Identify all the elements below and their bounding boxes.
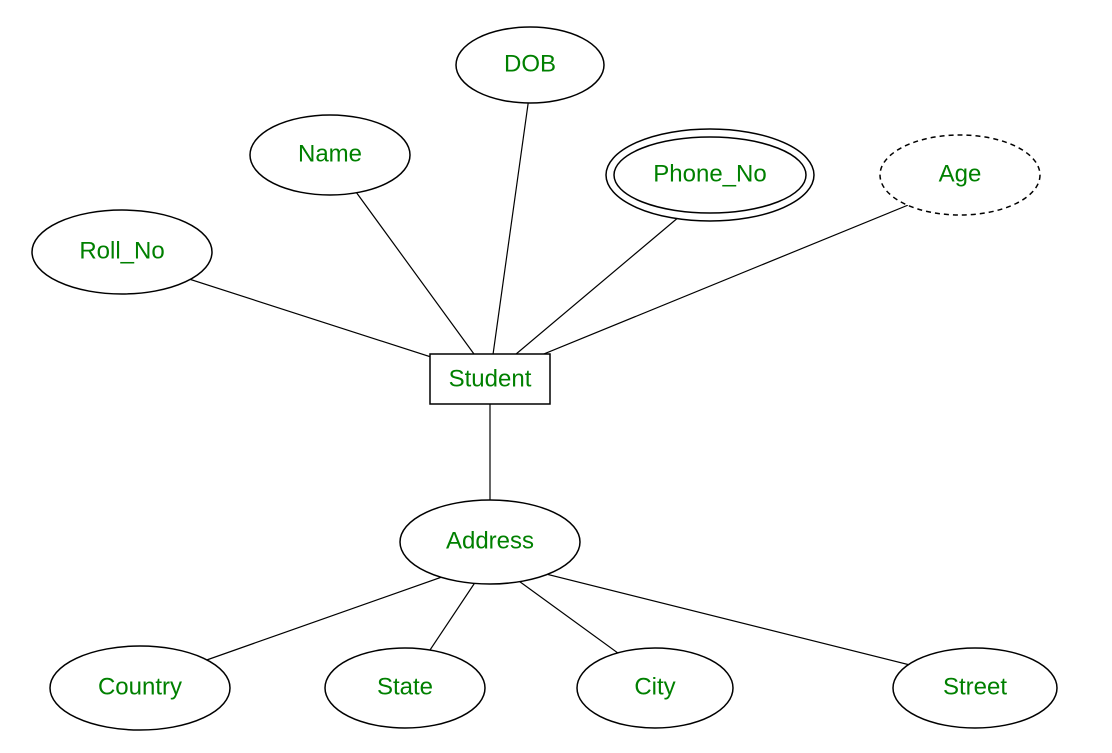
attr-country-label: Country [98,673,182,700]
attr-city-label: City [634,673,675,700]
edge-student-name [340,170,490,376]
attr-address-label: Address [446,527,534,554]
edge-student-dob [490,90,530,376]
edge-address-street [490,560,970,680]
attr-dob-label: DOB [504,50,556,77]
attr-street-label: Street [943,673,1007,700]
attr-phone-label: Phone_No [653,160,766,187]
attr-rollno-label: Roll_No [79,237,164,264]
entity-student-label: Student [449,365,532,392]
edge-student-phone [490,195,705,376]
attr-age-label: Age [939,160,982,187]
attr-state-label: State [377,673,433,700]
er-diagram: Student DOB Name Roll_No Phone_No Age Ad… [0,0,1112,753]
attr-name-label: Name [298,140,362,167]
